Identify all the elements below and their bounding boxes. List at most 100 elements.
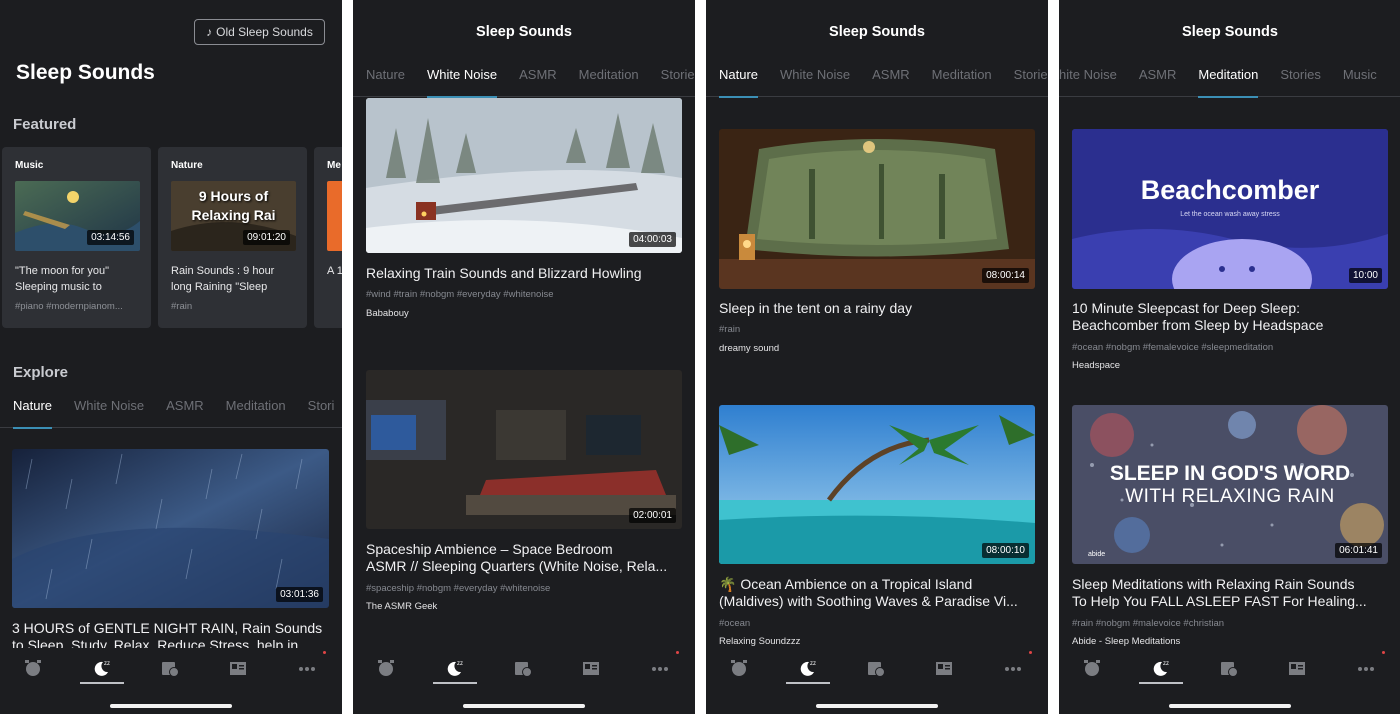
page-title: Sleep Sounds (829, 24, 925, 40)
explore-heading: Explore (13, 364, 69, 381)
featured-card[interactable]: Me A 1 Me (314, 147, 342, 328)
bottom-nav: zz (1059, 648, 1400, 714)
featured-title: Rain Sounds : 9 hour long Raining "Sleep (171, 265, 275, 293)
tab-asmr[interactable]: ASMR (1139, 65, 1177, 97)
video-title-line-2: ASMR // Sleeping Quarters (White Noise, … (366, 558, 668, 574)
tab-meditation[interactable]: Meditation (226, 396, 286, 428)
featured-tags: #piano #modernpianom... (15, 301, 123, 312)
thumbnail-caption: 9 Hours of Relaxing Rai (191, 188, 276, 223)
tab-meditation[interactable]: Meditation (1198, 65, 1258, 98)
sleep-moon-icon[interactable]: zz (441, 657, 467, 679)
tab-asmr[interactable]: ASMR (872, 65, 910, 97)
featured-title: A 1 Me (327, 265, 342, 277)
thumbnail-line-1: SLEEP IN GOD'S WORD (1109, 462, 1351, 485)
tab-stories[interactable]: Stories (1280, 65, 1320, 97)
tab-nature[interactable]: Nature (719, 65, 759, 98)
featured-tags: #rain (171, 301, 193, 312)
tab-nature[interactable]: Nature (366, 65, 405, 97)
screen-white-noise: Sleep Sounds Nature White Noise ASMR Med… (353, 0, 695, 714)
home-indicator (816, 704, 938, 708)
featured-card[interactable]: Nature 9 Hours of Relaxing Rai 09:01:20 … (158, 147, 307, 328)
tab-meditation[interactable]: Meditation (932, 65, 992, 97)
active-tab-indicator (1139, 682, 1183, 684)
home-indicator (1169, 704, 1291, 708)
video-channel[interactable]: Abide - Sleep Meditations (1072, 636, 1180, 647)
category-tabs: Nature White Noise ASMR Meditation Stori (0, 396, 342, 429)
tab-stories[interactable]: Stori (308, 396, 335, 428)
video-channel[interactable]: The ASMR Geek (366, 601, 437, 612)
news-icon[interactable] (578, 657, 604, 679)
tab-music[interactable]: Music (1343, 65, 1377, 97)
featured-card[interactable]: Music 03:14:56 "The moon for you" Sleepi… (2, 147, 151, 328)
more-icon[interactable] (1000, 651, 1032, 679)
sleep-moon-icon[interactable]: zz (88, 657, 114, 679)
video-thumbnail[interactable]: 08:00:10 (719, 405, 1035, 564)
featured-thumbnail: 03:14:56 (15, 181, 140, 251)
screen-nature: Sleep Sounds Nature White Noise ASMR Med… (706, 0, 1048, 714)
video-title-line-1: Sleep in the tent on a rainy day (719, 300, 913, 316)
abide-logo: abide (1088, 551, 1106, 558)
page-title: Sleep Sounds (16, 61, 155, 84)
alarm-icon[interactable] (726, 657, 752, 679)
tab-nature[interactable]: Nature (13, 396, 53, 429)
screen-home: ♪ Old Sleep Sounds Sleep Sounds Featured… (0, 0, 342, 714)
video-thumbnail[interactable]: SLEEP IN GOD'S WORD WITH RELAXING RAIN a… (1072, 405, 1388, 564)
svg-text:zz: zz (810, 661, 816, 667)
calendar-clock-icon[interactable] (157, 657, 183, 679)
sleep-moon-icon[interactable]: zz (794, 657, 820, 679)
sleep-moon-icon[interactable]: zz (1147, 657, 1173, 679)
notification-dot (1382, 651, 1385, 654)
tab-white-noise[interactable]: hite Noise (1059, 65, 1117, 97)
old-sleep-sounds-button[interactable]: ♪ Old Sleep Sounds (194, 19, 325, 45)
featured-category: Me (327, 160, 341, 171)
more-icon[interactable] (1353, 651, 1385, 679)
more-icon[interactable] (294, 651, 326, 679)
more-icon[interactable] (647, 651, 679, 679)
tab-stories[interactable]: Storie (661, 65, 695, 97)
featured-thumbnail (327, 181, 342, 251)
video-thumbnail[interactable]: 03:01:36 (12, 449, 329, 608)
video-title-line-1: 10 Minute Sleepcast for Deep Sleep: (1072, 300, 1301, 316)
featured-heading: Featured (13, 116, 77, 133)
category-tabs: Nature White Noise ASMR Meditation Stori… (353, 65, 695, 98)
calendar-clock-icon[interactable] (1216, 657, 1242, 679)
tab-white-noise[interactable]: White Noise (74, 396, 144, 428)
music-note-icon: ♪ (206, 25, 213, 39)
calendar-clock-icon[interactable] (510, 657, 536, 679)
tab-white-noise[interactable]: White Noise (780, 65, 850, 97)
notification-dot (1029, 651, 1032, 654)
video-title-line-1: 🌴 Ocean Ambience on a Tropical Island (719, 576, 973, 592)
calendar-clock-icon[interactable] (863, 657, 889, 679)
duration-badge: 10:00 (1348, 268, 1382, 283)
video-channel[interactable]: Headspace (1072, 360, 1120, 371)
news-icon[interactable] (225, 657, 251, 679)
thumbnail-title: Beachcomber (1140, 175, 1320, 205)
alarm-icon[interactable] (20, 657, 46, 679)
bottom-nav: zz (706, 648, 1048, 714)
video-tags: #spaceship #nobgm #everyday #whitenoise (366, 583, 551, 594)
alarm-icon[interactable] (1079, 657, 1105, 679)
home-indicator (463, 704, 585, 708)
video-thumbnail[interactable]: 02:00:01 (366, 370, 682, 529)
tab-asmr[interactable]: ASMR (166, 396, 204, 428)
tab-stories[interactable]: Storie (1014, 65, 1048, 97)
video-thumbnail[interactable]: 04:00:03 (366, 98, 682, 253)
video-title-line-1: 3 HOURS of GENTLE NIGHT RAIN, Rain Sound… (12, 620, 323, 636)
video-thumbnail[interactable]: Beachcomber Let the ocean wash away stre… (1072, 129, 1388, 289)
active-tab-indicator (80, 682, 124, 684)
duration-badge: 08:00:14 (982, 268, 1029, 283)
video-title-line-1: Sleep Meditations with Relaxing Rain Sou… (1072, 576, 1355, 592)
alarm-icon[interactable] (373, 657, 399, 679)
video-channel[interactable]: Relaxing Soundzzz (719, 636, 800, 647)
news-icon[interactable] (1284, 657, 1310, 679)
video-title-line-1: Relaxing Train Sounds and Blizzard Howli… (366, 265, 642, 281)
video-thumbnail[interactable]: 08:00:14 (719, 129, 1035, 289)
tab-asmr[interactable]: ASMR (519, 65, 557, 97)
video-channel[interactable]: dreamy sound (719, 343, 779, 354)
video-channel[interactable]: Bababouy (366, 308, 409, 319)
news-icon[interactable] (931, 657, 957, 679)
notification-dot (323, 651, 326, 654)
tab-white-noise[interactable]: White Noise (427, 65, 498, 98)
tab-meditation[interactable]: Meditation (579, 65, 639, 97)
svg-text:zz: zz (104, 661, 110, 667)
